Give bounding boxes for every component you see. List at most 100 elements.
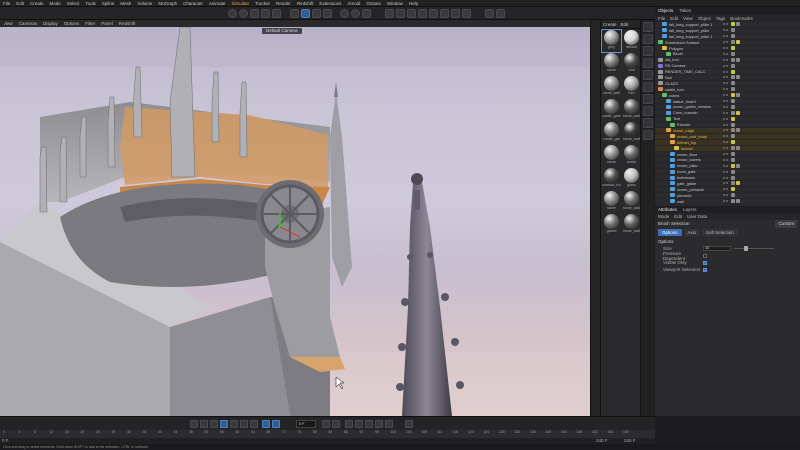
visibility-dot[interactable] <box>726 88 728 91</box>
camera-label[interactable]: Default Camera <box>262 28 302 34</box>
texture-mode-icon[interactable] <box>642 94 653 104</box>
visibility-dot[interactable] <box>726 153 728 156</box>
material-swatch[interactable]: castle_gate <box>602 99 621 121</box>
visibility-dots[interactable] <box>723 88 728 91</box>
undo-icon[interactable] <box>228 9 237 18</box>
object-name[interactable]: Polygon <box>669 46 721 51</box>
material-swatch[interactable]: stone <box>602 191 621 213</box>
objects-menu-edit[interactable]: Edit <box>670 15 678 22</box>
tag-icon[interactable] <box>736 93 740 98</box>
tag-icon[interactable] <box>736 181 740 186</box>
key-scale-icon[interactable] <box>355 420 363 428</box>
key-icon[interactable] <box>322 420 330 428</box>
material-swatch[interactable]: stone_wall <box>602 76 621 98</box>
tag-icon[interactable] <box>731 163 735 168</box>
menu-edit[interactable]: Edit <box>13 0 27 7</box>
object-name[interactable]: Extrude <box>677 122 721 127</box>
visibility-dots[interactable] <box>723 111 728 114</box>
visible-only-checkbox[interactable] <box>703 260 707 265</box>
tag-icon[interactable] <box>731 181 735 186</box>
menu-select[interactable]: Select <box>64 0 83 7</box>
tag-icon[interactable] <box>731 199 735 204</box>
material-swatch[interactable]: default <box>622 30 641 52</box>
visibility-dots[interactable] <box>723 105 728 108</box>
visibility-dots[interactable] <box>723 117 728 120</box>
material-swatch[interactable]: stone <box>602 145 621 167</box>
menu-simulate[interactable]: Simulate <box>228 0 252 7</box>
object-name[interactable]: buttresses <box>677 175 721 180</box>
tag-icon[interactable] <box>736 40 740 45</box>
material-menu-create[interactable]: Create <box>603 20 617 28</box>
key-pos-icon[interactable] <box>345 420 353 428</box>
object-name[interactable]: gate_gable <box>677 181 721 186</box>
visibility-dots[interactable] <box>723 176 728 179</box>
material-swatch[interactable]: stone_wall <box>622 214 641 236</box>
object-name[interactable]: RS Camera <box>665 63 721 68</box>
tag-icon[interactable] <box>731 104 735 109</box>
timeline-ruler[interactable]: 0 4 8 12 16 20 24 28 32 36 40 44 48 52 56 60 64 68 72 76 80 8… <box>0 430 655 438</box>
tag-icon[interactable] <box>731 193 735 198</box>
visibility-dot[interactable] <box>726 164 728 167</box>
prev-key-icon[interactable] <box>200 420 208 428</box>
object-name[interactable]: castle_tool <box>665 87 721 92</box>
cube-icon[interactable] <box>385 9 394 18</box>
tag-icon[interactable] <box>731 175 735 180</box>
visibility-dot[interactable] <box>726 23 728 26</box>
brush-select-icon[interactable] <box>301 9 310 18</box>
solo-icon[interactable] <box>642 130 653 140</box>
visibility-dot[interactable] <box>726 182 728 185</box>
visibility-dot[interactable] <box>726 200 728 203</box>
visibility-dots[interactable] <box>723 135 728 138</box>
visibility-dots[interactable] <box>723 35 728 38</box>
record-icon[interactable] <box>272 420 280 428</box>
render-view-icon[interactable] <box>340 9 349 18</box>
visibility-dot[interactable] <box>723 88 725 91</box>
menu-character[interactable]: Character <box>180 0 206 7</box>
objects-menu-view[interactable]: View <box>683 15 693 22</box>
tag-icon[interactable] <box>736 128 740 133</box>
tag-icon[interactable] <box>731 81 735 86</box>
redo-icon[interactable] <box>239 9 248 18</box>
material-menu-edit[interactable]: Edit <box>621 20 629 28</box>
visibility-dot[interactable] <box>723 64 725 67</box>
visibility-dots[interactable] <box>723 58 728 61</box>
menu-redshift[interactable]: Redshift <box>294 0 317 7</box>
material-swatch[interactable]: roof <box>622 53 641 75</box>
light-icon[interactable] <box>462 9 471 18</box>
object-name[interactable]: old_tool <box>665 57 721 62</box>
subtab-options[interactable]: Options <box>658 229 682 236</box>
object-name[interactable]: room_gate <box>677 169 721 174</box>
object-name[interactable]: cubes <box>669 93 721 98</box>
visibility-dot[interactable] <box>723 141 725 144</box>
menu-extensions[interactable]: Extensions <box>316 0 344 7</box>
uv-mode-icon[interactable] <box>642 70 653 80</box>
visibility-dots[interactable] <box>723 141 728 144</box>
tag-icon[interactable] <box>731 146 735 151</box>
tab-layers[interactable]: Layers <box>683 206 697 213</box>
visibility-dot[interactable] <box>723 200 725 203</box>
visibility-dots[interactable] <box>723 200 728 203</box>
object-name[interactable]: pinnacle <box>677 193 721 198</box>
visibility-dot[interactable] <box>726 58 728 61</box>
object-row[interactable]: wall <box>655 199 800 205</box>
visibility-dot[interactable] <box>723 47 725 49</box>
menu-file[interactable]: File <box>0 0 13 7</box>
axis-mode-icon[interactable] <box>642 82 653 92</box>
visibility-dot[interactable] <box>726 170 728 173</box>
object-name[interactable]: crown_edge <box>673 128 721 133</box>
tag-icon[interactable] <box>736 110 740 115</box>
tag-icon[interactable] <box>731 187 735 192</box>
visibility-dots[interactable] <box>723 194 728 197</box>
visibility-dot[interactable] <box>723 158 725 161</box>
object-name[interactable]: Bevel <box>673 51 721 56</box>
visibility-dots[interactable] <box>723 100 728 103</box>
visibility-dots[interactable] <box>723 64 728 67</box>
tag-icon[interactable] <box>731 134 735 139</box>
object-name[interactable]: tall_long_support_pillar 1 <box>669 22 721 27</box>
visibility-dot[interactable] <box>726 117 728 120</box>
object-name[interactable]: crown_pillar <box>677 163 721 168</box>
material-swatch[interactable]: glass <box>622 168 641 190</box>
objects-menu-bookmarks[interactable]: Bookmarks <box>730 15 753 22</box>
visibility-dot[interactable] <box>726 100 728 103</box>
object-name[interactable]: crown_roof_body <box>677 134 721 139</box>
